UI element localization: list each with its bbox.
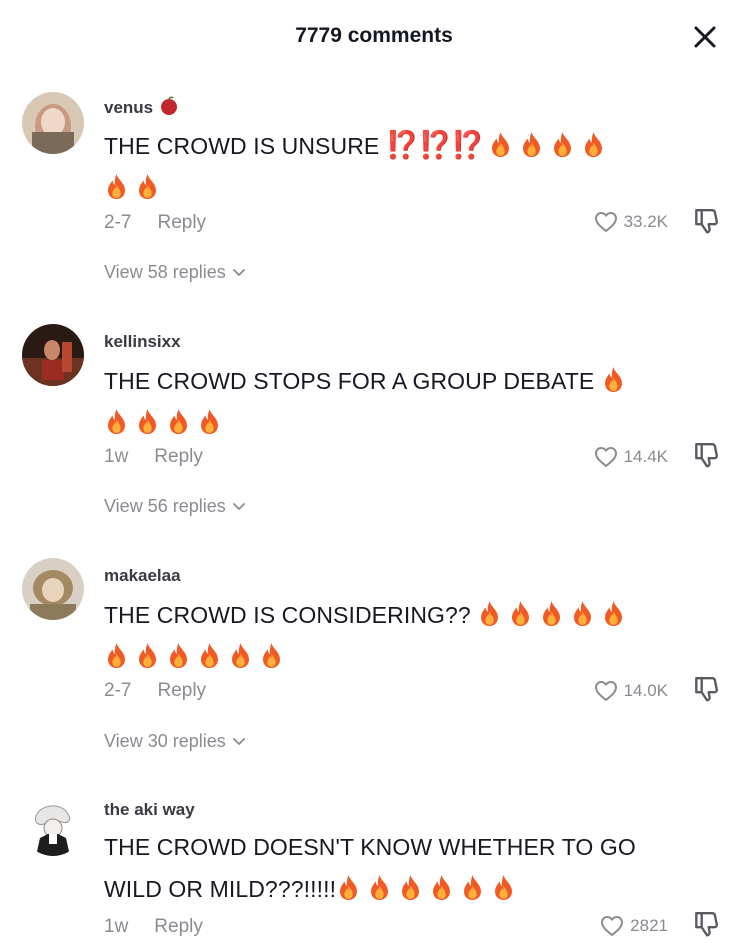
heart-icon [594, 680, 618, 702]
avatar[interactable] [22, 324, 84, 386]
comment-username[interactable]: makaelaa [104, 566, 181, 586]
comment-username[interactable]: kellinsixx [104, 332, 181, 352]
like-button[interactable]: 14.0K [594, 680, 668, 702]
comment-username[interactable]: the aki way [104, 800, 195, 820]
fire-emoji-icon [166, 642, 191, 669]
fire-emoji-icon [398, 874, 423, 901]
thumbs-down-icon [692, 207, 720, 235]
comment-text: THE CROWD IS CONSIDERING?? [104, 594, 724, 678]
view-replies-button[interactable]: View 56 replies [104, 496, 246, 517]
fire-emoji-icon [367, 874, 392, 901]
reply-button[interactable]: Reply [157, 680, 206, 701]
fire-emoji-icon [550, 131, 575, 158]
dislike-button[interactable] [692, 441, 720, 469]
fire-emoji-icon [135, 642, 160, 669]
like-count: 33.2K [623, 212, 668, 231]
heart-icon [594, 211, 618, 233]
avatar[interactable] [22, 794, 84, 856]
comment-username[interactable]: venus [104, 96, 179, 121]
fire-emoji-icon [135, 408, 160, 435]
comment-text: THE CROWD IS UNSURE ⁉️⁉️⁉️ [104, 124, 724, 209]
fire-emoji-icon [460, 874, 485, 901]
avatar[interactable] [22, 558, 84, 620]
chevron-down-icon [232, 502, 246, 512]
fire-emoji-icon [259, 642, 284, 669]
thumbs-down-icon [692, 910, 720, 938]
chevron-down-icon [232, 268, 246, 278]
fire-emoji-icon [197, 642, 222, 669]
comment-date: 1w [104, 916, 129, 937]
close-button[interactable] [688, 20, 722, 54]
comment-date: 2-7 [104, 212, 132, 233]
fire-emoji-icon [429, 874, 454, 901]
dislike-button[interactable] [692, 675, 720, 703]
like-button[interactable]: 14.4K [594, 446, 668, 468]
fire-emoji-icon [488, 131, 513, 158]
comments-header: 7779 comments [0, 0, 748, 72]
dislike-button[interactable] [692, 910, 720, 938]
heart-icon [594, 446, 618, 468]
like-button[interactable]: 33.2K [594, 211, 668, 233]
reply-button[interactable]: Reply [154, 916, 203, 937]
fire-emoji-icon [570, 600, 595, 627]
like-count: 14.4K [623, 447, 668, 466]
close-icon [694, 26, 716, 48]
reply-button[interactable]: Reply [154, 446, 203, 467]
fire-emoji-icon [491, 874, 516, 901]
comment-text: THE CROWD DOESN'T KNOW WHETHER TO GO WILD… [104, 834, 636, 902]
fire-emoji-icon [581, 131, 606, 158]
interrobang-emoji: ⁉️⁉️⁉️ [385, 130, 485, 160]
thumbs-down-icon [692, 441, 720, 469]
avatar[interactable] [22, 92, 84, 154]
view-replies-button[interactable]: View 30 replies [104, 731, 246, 752]
fire-emoji-icon [539, 600, 564, 627]
view-replies-button[interactable]: View 58 replies [104, 262, 246, 283]
comment-date: 1w [104, 446, 129, 467]
fire-emoji-icon [477, 600, 502, 627]
dislike-button[interactable] [692, 207, 720, 235]
fire-emoji-icon [601, 600, 626, 627]
apple-icon [159, 96, 179, 121]
reply-button[interactable]: Reply [157, 212, 206, 233]
fire-emoji-icon [601, 366, 626, 393]
fire-emoji-icon [104, 408, 129, 435]
comment-date: 2-7 [104, 680, 132, 701]
fire-emoji-icon [104, 642, 129, 669]
fire-emoji-icon [104, 173, 129, 200]
fire-emoji-icon [519, 131, 544, 158]
heart-icon [600, 915, 624, 937]
comment-text: THE CROWD STOPS FOR A GROUP DEBATE [104, 360, 724, 444]
fire-emoji-icon [336, 874, 361, 901]
like-count: 2821 [630, 916, 668, 935]
fire-emoji-icon [135, 173, 160, 200]
like-button[interactable]: 2821 [600, 915, 668, 937]
chevron-down-icon [232, 737, 246, 747]
fire-emoji-icon [166, 408, 191, 435]
fire-emoji-icon [228, 642, 253, 669]
like-count: 14.0K [623, 681, 668, 700]
thumbs-down-icon [692, 675, 720, 703]
fire-emoji-icon [197, 408, 222, 435]
fire-emoji-icon [508, 600, 533, 627]
comments-count-title: 7779 comments [295, 24, 453, 47]
